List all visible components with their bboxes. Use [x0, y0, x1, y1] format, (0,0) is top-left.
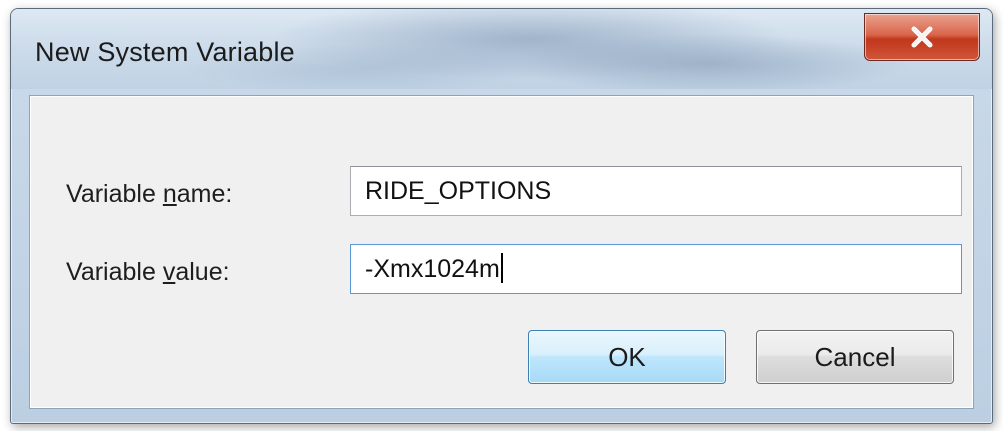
- dialog-title: New System Variable: [35, 37, 295, 67]
- text-caret: [500, 253, 503, 284]
- variable-name-label: Variable name:: [66, 180, 233, 208]
- dialog-body: Variable name: RIDE_OPTIONS Variable val…: [29, 95, 974, 409]
- variable-name-input[interactable]: RIDE_OPTIONS: [350, 166, 962, 216]
- cancel-button[interactable]: Cancel: [756, 330, 954, 384]
- close-button[interactable]: [864, 13, 980, 61]
- dialog-window: New System Variable Variable name: RIDE_…: [10, 8, 993, 424]
- variable-value-input[interactable]: -Xmx1024m: [350, 244, 962, 294]
- title-bar[interactable]: New System Variable: [11, 9, 992, 89]
- variable-value-label: Variable value:: [66, 258, 230, 286]
- ok-button[interactable]: OK: [528, 330, 726, 384]
- close-icon: [911, 26, 933, 48]
